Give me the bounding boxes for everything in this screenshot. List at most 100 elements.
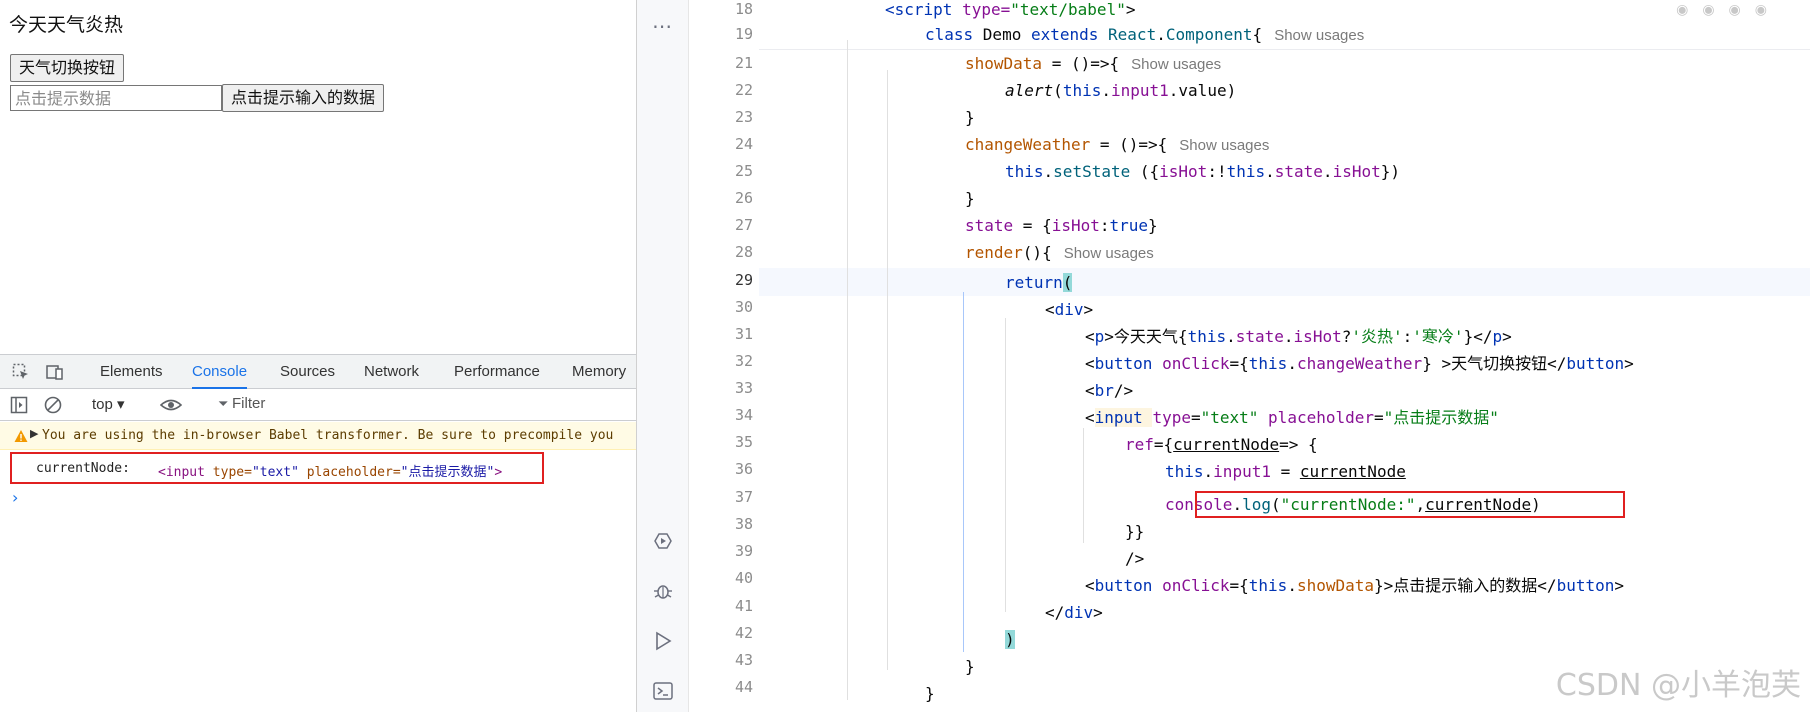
token: ( [1062, 273, 1073, 292]
code-line-39: /> [1125, 545, 1144, 572]
expand-triangle-icon[interactable]: ▶ [30, 427, 38, 440]
token: (){ [1022, 243, 1052, 262]
token: <script [885, 0, 963, 19]
line-number: 31 [734, 325, 753, 343]
token: p [1094, 327, 1105, 346]
show-usages-hint[interactable]: Show usages [1131, 56, 1221, 73]
tab-memory[interactable]: Memory [572, 355, 626, 389]
run-services-icon[interactable] [652, 530, 674, 552]
token: br [1094, 381, 1114, 400]
context-selector[interactable]: top ▾ [92, 395, 125, 413]
token: '寒冷' [1412, 327, 1464, 346]
run-play-icon[interactable] [652, 630, 674, 652]
token: < [1085, 354, 1095, 373]
token: } [1148, 216, 1158, 235]
token: setState [1053, 162, 1131, 181]
token: changeWeather [965, 135, 1091, 154]
token: onClick [1162, 576, 1230, 595]
token: > [1093, 603, 1103, 622]
code-line-26: } [965, 185, 975, 212]
token: . [1287, 576, 1297, 595]
token: state [1274, 162, 1323, 181]
token: '炎热' [1351, 327, 1403, 346]
token: input1 [1213, 462, 1271, 481]
line-number: 34 [734, 406, 753, 424]
token: input [1094, 408, 1153, 427]
show-usages-hint[interactable]: Show usages [1179, 137, 1269, 154]
browser-preview-icons[interactable]: ◉◉◉◉ [1676, 2, 1781, 18]
console-toolbar: top ▾ ⏷ Filter [0, 389, 636, 421]
token: }>点击提示输入的数据</ [1374, 576, 1557, 595]
log-node-element[interactable]: <input type="text" placeholder="点击提示数据"> [158, 461, 502, 480]
console-prompt[interactable]: › [12, 488, 18, 507]
tab-console[interactable]: Console [192, 355, 248, 389]
sidebar-toggle-icon[interactable] [10, 396, 28, 414]
node-attr-type: type= [212, 465, 252, 480]
tab-sources[interactable]: Sources [280, 355, 335, 389]
token: button [1556, 576, 1615, 595]
token: ={ [1229, 576, 1249, 595]
token: "点击提示数据" [1383, 408, 1499, 427]
token: currentNode [1299, 462, 1406, 481]
inspect-element-icon[interactable] [12, 363, 30, 381]
token: > [1083, 300, 1094, 319]
code-highlight-box [1195, 491, 1625, 518]
tab-performance[interactable]: Performance [454, 355, 540, 389]
terminal-icon[interactable] [652, 680, 674, 702]
line-number: 42 [734, 624, 753, 642]
weather-switch-button[interactable]: 天气切换按钮 [10, 54, 125, 82]
token: div [1054, 300, 1084, 319]
token: type [1152, 408, 1191, 427]
clear-console-icon[interactable] [44, 396, 62, 414]
token: this [1005, 162, 1044, 181]
token: } [925, 684, 935, 703]
show-usages-hint[interactable]: Show usages [1274, 27, 1364, 44]
node-attr-placeholder: placeholder= [298, 465, 401, 480]
log-label: currentNode: [36, 461, 130, 476]
code-line-33: <br/> [1085, 377, 1133, 404]
token: state [1235, 327, 1284, 346]
token: /> [1125, 549, 1145, 568]
token: isHot [1332, 162, 1381, 181]
code-line-22: alert(this.input1.value) [1005, 77, 1236, 104]
line-number: 18 [734, 0, 753, 18]
token: . [1203, 462, 1214, 481]
token: ref [1125, 435, 1154, 454]
more-options-icon[interactable]: ⋯ [652, 14, 674, 38]
code-line-42: ) [1005, 626, 1015, 653]
line-number: 21 [734, 54, 753, 72]
filter-input[interactable]: ⏷ Filter [218, 395, 265, 412]
data-input[interactable] [10, 85, 222, 111]
token: = [1374, 408, 1384, 427]
token: . [1101, 81, 1111, 100]
token: < [1085, 408, 1095, 427]
show-usages-hint[interactable]: Show usages [1064, 245, 1154, 262]
eye-icon[interactable] [160, 396, 182, 414]
token: = { [1013, 216, 1052, 235]
line-number-current: 29 [734, 271, 753, 289]
sticky-header-separator [759, 49, 1810, 50]
device-toolbar-icon[interactable] [46, 363, 64, 381]
show-data-button[interactable]: 点击提示输入的数据 [222, 84, 385, 112]
code-line-18: <script type="text/babel"> [885, 0, 1135, 23]
line-number: 19 [734, 25, 753, 43]
token: ({ [1130, 162, 1160, 181]
token: Component [1165, 25, 1253, 44]
line-number: 22 [734, 81, 753, 99]
debug-bug-icon[interactable] [652, 580, 674, 602]
tab-elements[interactable]: Elements [100, 355, 163, 389]
token: alert [1005, 81, 1054, 100]
token: > [1502, 327, 1512, 346]
code-area[interactable]: <script type="text/babel"> class Demo ex… [759, 0, 1810, 712]
token: => { [1279, 435, 1318, 454]
filter-icon: ⏷ [218, 396, 233, 411]
line-number: 23 [734, 108, 753, 126]
token: ( [1053, 81, 1063, 100]
token: placeholder [1268, 408, 1375, 427]
token: ? [1341, 327, 1352, 346]
token: . [1322, 162, 1333, 181]
code-line-41: </div> [1045, 599, 1103, 626]
line-number: 38 [734, 515, 753, 533]
token: isHot [1293, 327, 1342, 346]
tab-network[interactable]: Network [364, 355, 419, 389]
